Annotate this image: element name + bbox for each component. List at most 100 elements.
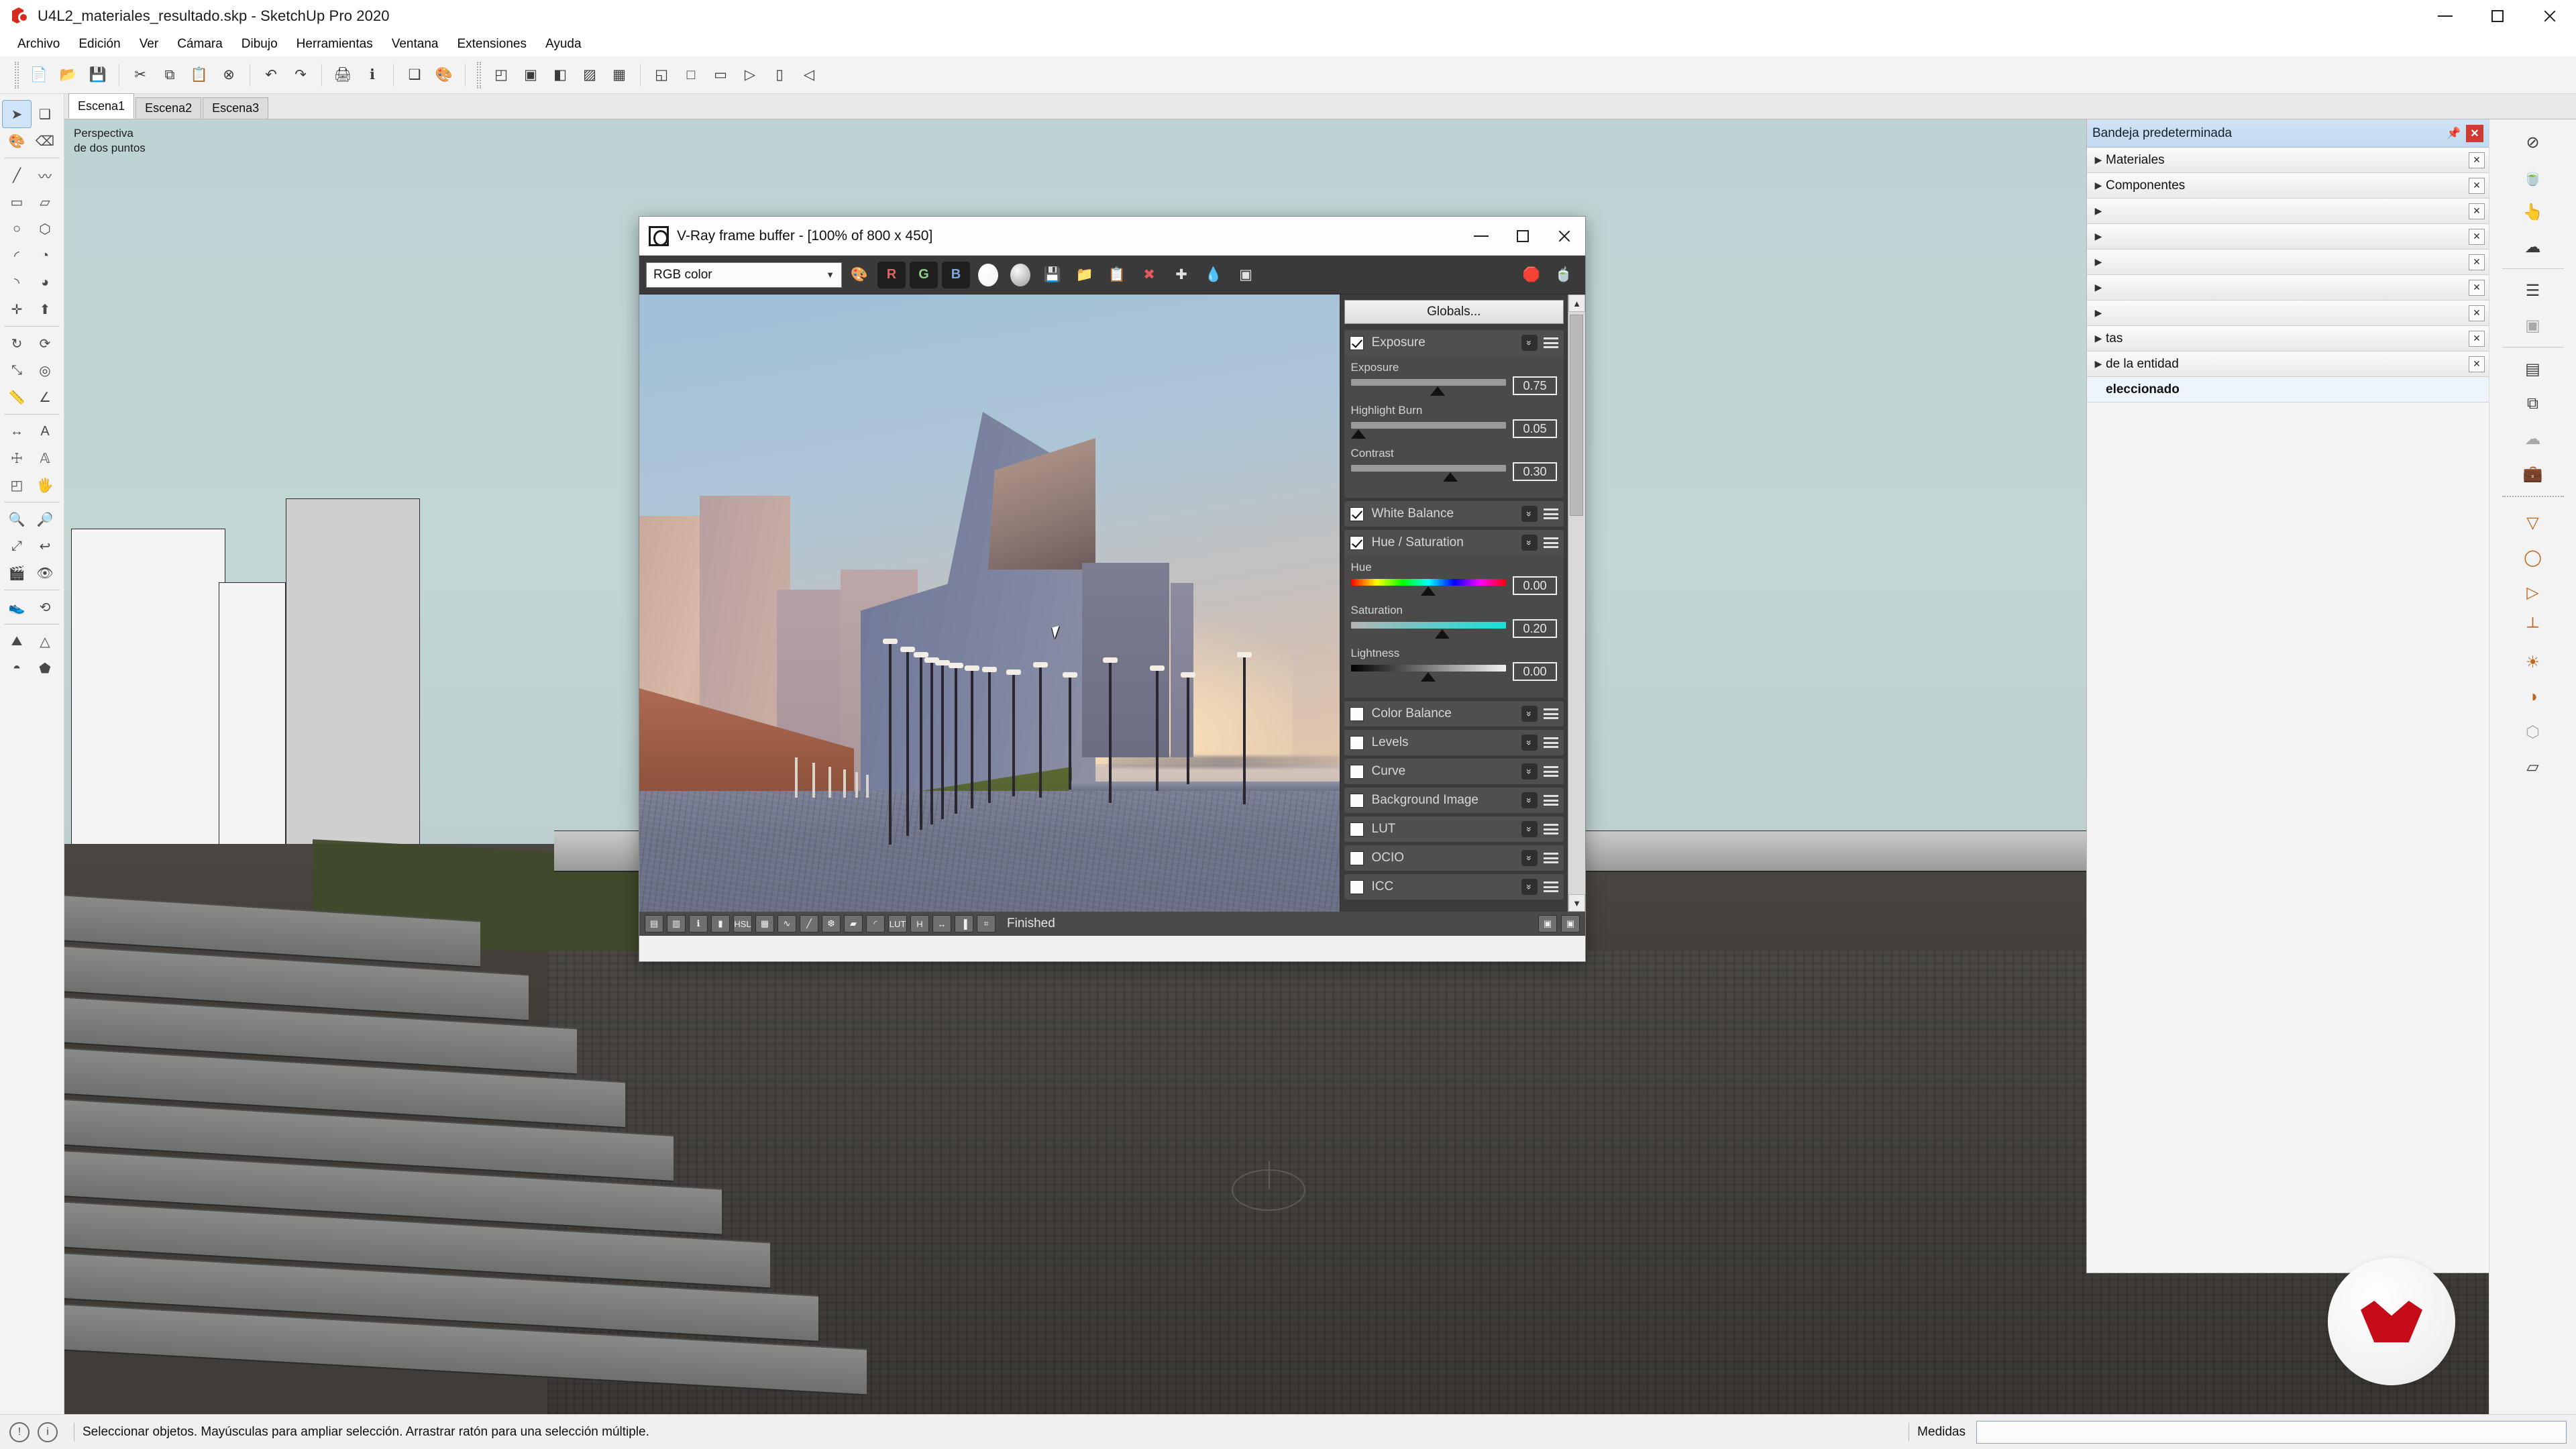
three-d-text-icon[interactable]: 𝔸 xyxy=(31,445,59,472)
menu-item-extensiones[interactable]: Extensiones xyxy=(447,34,536,54)
hamburger-menu-icon[interactable] xyxy=(1544,508,1559,519)
view-pixel-icon[interactable]: ▥ xyxy=(667,915,686,932)
color-clamp-icon[interactable]: ▐ xyxy=(955,915,973,932)
vfb-maximize-button[interactable] xyxy=(1502,217,1544,255)
copy-clipboard-icon[interactable]: 📋 xyxy=(1102,260,1132,290)
force-color-clamp-icon[interactable]: ▤ xyxy=(645,915,663,932)
vfb-section-icc[interactable]: ICC » xyxy=(1344,874,1564,900)
pixel-info-icon[interactable]: ⌗ xyxy=(977,915,996,932)
vray-last-render-icon[interactable]: ⧉ xyxy=(2514,386,2553,421)
maximize-button[interactable] xyxy=(2471,0,2524,32)
lut-icon[interactable]: LUT xyxy=(888,915,907,932)
tray-row[interactable]: ▶ ✕ xyxy=(2087,199,2489,224)
rectangle-icon[interactable]: ▭ xyxy=(3,189,31,215)
right-view-icon[interactable]: ▷ xyxy=(737,62,763,88)
slider-track-wrap[interactable] xyxy=(1350,619,1507,639)
tray-row[interactable]: ▶ tas ✕ xyxy=(2087,326,2489,352)
chevron-right-icon[interactable]: ▶ xyxy=(2091,333,2106,344)
vray-batch-render-icon[interactable]: ☰ xyxy=(2514,273,2553,308)
vray-frame-buffer-icon[interactable]: ▤ xyxy=(2514,352,2553,386)
vray-interactive-render-icon[interactable]: 👆 xyxy=(2514,195,2553,229)
slider-track-wrap[interactable] xyxy=(1350,376,1507,396)
hamburger-menu-icon[interactable] xyxy=(1544,537,1559,548)
stereo-icon[interactable]: ↔ xyxy=(932,915,951,932)
help-circle-icon[interactable]: i xyxy=(38,1421,58,1442)
section-checkbox[interactable] xyxy=(1349,822,1364,837)
section-checkbox[interactable] xyxy=(1349,851,1364,865)
vray-spot-light-icon[interactable]: ▷ xyxy=(2514,575,2553,610)
slider-value-field[interactable]: 0.30 xyxy=(1513,462,1558,481)
three-point-arc-icon[interactable]: ◝ xyxy=(3,269,31,296)
slider-handle[interactable] xyxy=(1421,672,1436,682)
slider-value-field[interactable]: 0.20 xyxy=(1513,619,1558,638)
scroll-down-button[interactable]: ▼ xyxy=(1568,894,1585,912)
chevron-right-icon[interactable]: ▶ xyxy=(2091,231,2106,242)
zoom-fit-icon[interactable]: ▣ xyxy=(1561,915,1580,932)
eraser-icon[interactable]: ⌫ xyxy=(31,127,59,154)
tray-row-close-button[interactable]: ✕ xyxy=(2469,254,2485,270)
close-button[interactable] xyxy=(2524,0,2576,32)
section-cut-icon[interactable]: ◧ xyxy=(547,62,573,88)
toolbar-grip[interactable] xyxy=(477,61,481,89)
slider-handle[interactable] xyxy=(1421,586,1436,596)
section-plane-icon[interactable]: ◰ xyxy=(488,62,514,88)
globals-button[interactable]: Globals... xyxy=(1344,300,1564,324)
vray-asset-editor-icon[interactable]: ⊘ xyxy=(2514,125,2553,160)
section-checkbox[interactable] xyxy=(1349,879,1364,894)
render-last-icon[interactable]: 💧 xyxy=(1199,260,1228,290)
zoom-extents-icon[interactable]: ⤢ xyxy=(3,533,31,559)
vfb-section-color-balance[interactable]: Color Balance » xyxy=(1344,701,1564,727)
rgb-channels-icon[interactable]: 🎨 xyxy=(845,260,874,290)
tray-row[interactable]: ▶ Componentes ✕ xyxy=(2087,173,2489,199)
slider-handle[interactable] xyxy=(1430,386,1446,396)
orbit-icon[interactable]: ⟲ xyxy=(31,594,59,621)
stamp-icon[interactable]: ⬟ xyxy=(31,655,59,682)
tray-row[interactable]: ▶ ✕ xyxy=(2087,301,2489,326)
chevron-double-down-icon[interactable]: » xyxy=(1521,335,1538,351)
chevron-double-down-icon[interactable]: » xyxy=(1521,850,1538,866)
erase-icon[interactable]: ⊗ xyxy=(216,62,241,88)
pin-icon[interactable]: 📌 xyxy=(2446,125,2462,142)
paint-bucket-icon[interactable]: 🎨 xyxy=(3,127,31,154)
section-checkbox[interactable] xyxy=(1349,735,1364,750)
vray-render-teapot-icon[interactable]: 🍵 xyxy=(2514,160,2553,195)
chevron-right-icon[interactable]: ▶ xyxy=(2091,282,2106,293)
sandbox-from-scratch-icon[interactable]: △ xyxy=(31,628,59,655)
chevron-right-icon[interactable]: ▶ xyxy=(2091,154,2106,166)
slider-track-wrap[interactable] xyxy=(1350,662,1507,682)
vfb-section-lut[interactable]: LUT » xyxy=(1344,816,1564,842)
vfb-section-hue-saturation[interactable]: Hue / Saturation » Hue 0.00 Saturation 0.20 Li… xyxy=(1344,530,1564,698)
tray-row-close-button[interactable]: ✕ xyxy=(2469,203,2485,219)
slider-value-field[interactable]: 0.75 xyxy=(1513,376,1558,395)
vfb-section-curve[interactable]: Curve » xyxy=(1344,759,1564,784)
measurements-input[interactable] xyxy=(1976,1420,2567,1444)
select-arrow-icon[interactable]: ➤ xyxy=(2,100,32,128)
srgb-icon[interactable]: ▮ xyxy=(711,915,730,932)
display-section-icon[interactable]: ▣ xyxy=(518,62,543,88)
protractor-icon[interactable]: ∠ xyxy=(31,384,59,411)
section-checkbox[interactable] xyxy=(1349,764,1364,779)
section-plane-icon[interactable]: ◰ xyxy=(3,472,31,498)
tray-row[interactable]: ▶ ✕ xyxy=(2087,250,2489,275)
tray-row[interactable]: ▶ de la entidad ✕ xyxy=(2087,352,2489,377)
make-component-icon[interactable]: ❑ xyxy=(402,62,427,88)
hamburger-menu-icon[interactable] xyxy=(1544,853,1559,863)
panel-scrollbar[interactable]: ▲ ▼ xyxy=(1568,294,1585,912)
sandbox-from-contours-icon[interactable]: ⛰ xyxy=(3,628,31,655)
zoom-icon[interactable]: 🔍 xyxy=(3,506,31,533)
slider-track-wrap[interactable] xyxy=(1350,576,1507,596)
vray-rectangle-light-icon[interactable]: ▽ xyxy=(2514,505,2553,540)
two-point-arc-icon[interactable]: ◔ xyxy=(31,242,59,269)
red-channel-button[interactable]: R xyxy=(877,260,906,290)
menu-item-ventana[interactable]: Ventana xyxy=(382,34,448,54)
section-checkbox[interactable] xyxy=(1349,793,1364,808)
tape-measure-icon[interactable]: 📏 xyxy=(3,384,31,411)
scene-tab-escena2[interactable]: Escena2 xyxy=(136,97,202,119)
vray-omni-light-icon[interactable]: ☀ xyxy=(2514,645,2553,680)
color-corrections-icon[interactable]: ▦ xyxy=(755,915,774,932)
slider-handle[interactable] xyxy=(1351,429,1366,439)
polygon-icon[interactable]: ⬡ xyxy=(31,215,59,242)
slider-track-wrap[interactable] xyxy=(1350,419,1507,439)
walk-icon[interactable]: 👟 xyxy=(3,594,31,621)
minimize-button[interactable] xyxy=(2419,0,2471,32)
